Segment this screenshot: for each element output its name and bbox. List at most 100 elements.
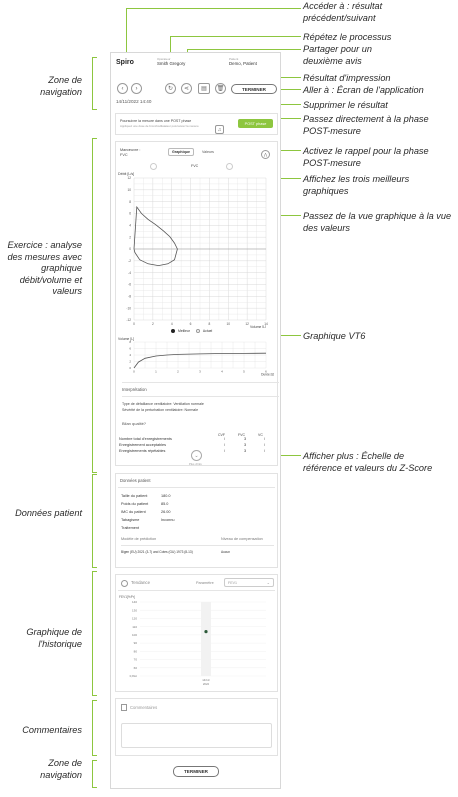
trend-chart: FEV1[%Pr]140130120110100908070600,8Lit14… — [119, 595, 266, 686]
chevron-down-icon: ⌄ — [266, 580, 270, 585]
bracket-nav-bottom — [92, 760, 97, 788]
finish-button-top[interactable]: TERMINER — [231, 84, 277, 94]
interpretation-line-1: Type de défaillance ventilatoire: Ventil… — [122, 402, 204, 406]
x-tick-label: 2 — [152, 322, 154, 326]
trend-x-label: 2022 — [203, 682, 210, 686]
connector-line — [278, 89, 301, 90]
x-tick-label: 2 — [177, 370, 179, 374]
tab-values[interactable]: Valeurs — [196, 148, 220, 156]
quality-row-vc: / — [264, 437, 266, 441]
x-tick-label: 8 — [209, 322, 211, 326]
prediction-headers: Modèle de prédiction Niveau de compensat… — [121, 537, 276, 541]
divider — [121, 545, 274, 546]
patient-row-bmi: IMC du patient 26.00 — [121, 510, 276, 514]
compensation-value: Aucun — [221, 550, 231, 554]
callout-share: Partager pour un deuxième avis — [303, 44, 372, 66]
patient-name: Demo, Patient — [229, 61, 257, 66]
trend-title: Tendance — [131, 580, 151, 585]
x-tick-label: 1 — [155, 370, 157, 374]
quality-row: Nombre total d'enregistrements / 3 / — [119, 437, 274, 441]
trend-y-tick: 100 — [132, 633, 137, 637]
y-tick-label: 6 — [129, 212, 131, 216]
trend-y-label: FEV1[%Pr] — [119, 595, 135, 599]
y-tick-label: 4 — [129, 353, 131, 357]
finish-button-bottom[interactable]: TERMINER — [173, 766, 219, 777]
callout-view-toggle: Passez de la vue graphique à la vue des … — [303, 211, 452, 233]
comments-title: Commentaires — [130, 705, 158, 710]
repeat-button[interactable]: ↻ — [165, 83, 176, 94]
x-tick-label: 0 — [133, 322, 135, 326]
callout-show-more: Afficher plus : Échelle de référence et … — [303, 451, 433, 473]
connector-line — [126, 8, 127, 58]
y-tick-label: -2 — [128, 259, 131, 263]
post-phase-banner: Poursuivre la mesure dans une POST phase… — [115, 113, 278, 135]
show-more-button[interactable]: ⌄ — [191, 450, 202, 461]
bell-icon: ♫ — [217, 126, 222, 133]
trend-y-tick: 90 — [134, 641, 138, 645]
param-label: Paramètre — [196, 581, 214, 585]
quality-row-label: Nombre total d'enregistrements — [119, 437, 172, 441]
patient-row-height: Taille du patient 180.0 — [121, 494, 276, 498]
tab-graph[interactable]: Graphique — [168, 148, 194, 156]
legend-best-label: Meilleur — [178, 329, 190, 333]
series-line-best — [133, 205, 178, 267]
x-axis-label: Durée [s] — [261, 373, 274, 377]
callout-left-patient: Données patient — [15, 508, 82, 518]
x-tick-label: 4 — [171, 322, 173, 326]
chart-legend: Meilleur Actuel — [171, 329, 212, 333]
quality-row: Enregistrement acceptables / 3 / — [119, 443, 274, 447]
callout-vt6: Graphique VT6 — [303, 331, 366, 341]
param-select-value: FEV1 — [228, 580, 237, 585]
y-tick-label: 2 — [129, 360, 131, 364]
legend-best-marker — [171, 329, 175, 333]
interpretation-line-2: Sévérité de la perturbation ventilatoire… — [122, 408, 199, 412]
quality-row-fvc: 3 — [244, 437, 247, 441]
vt6-chart: Volume [L]864200 1 2 3 4 5 6Durée [s] — [118, 337, 274, 377]
bracket-history — [92, 571, 97, 696]
comments-card: Commentaires — [115, 698, 278, 756]
quality-row-fvc: 3 — [244, 449, 247, 453]
refresh-icon: ↻ — [167, 86, 174, 92]
callout-prev-next: Accéder à : résultat précédent/suivant — [303, 1, 383, 23]
callout-top3: Affichez les trois meilleurs graphiques — [303, 174, 410, 196]
post-banner-subtext: Appliquez une dose de bronchodilatateur … — [120, 124, 199, 128]
quality-row-label: Enregistrement acceptables — [119, 443, 167, 447]
post-phase-button[interactable]: POST phase — [238, 119, 273, 128]
next-result-button[interactable]: › — [131, 83, 142, 94]
previous-result-button[interactable]: ‹ — [117, 83, 128, 94]
x-tick-label: 10 — [227, 322, 231, 326]
prev-curve-icon[interactable] — [150, 163, 157, 170]
trend-y-tick: 0,8Lit — [130, 674, 138, 678]
x-tick-label: 3 — [199, 370, 201, 374]
post-reminder-button[interactable]: ♫ — [215, 125, 224, 134]
trend-point — [204, 630, 208, 634]
y-tick-label: 8 — [129, 200, 131, 204]
compensation-label: Niveau de compensation — [221, 537, 263, 541]
print-button[interactable]: ▤ — [198, 83, 210, 94]
maneuver-label: Manœuvre : — [120, 148, 141, 152]
param-select[interactable]: FEV1 ⌄ — [224, 578, 274, 587]
patient-row-value: Inconnu — [161, 518, 175, 522]
y-tick-label: -6 — [128, 283, 131, 287]
callout-left-exercise: Exercice : analyse des mesures avec grap… — [7, 240, 82, 296]
chevron-left-icon: ‹ — [121, 85, 124, 92]
x-tick-label: 4 — [221, 370, 223, 374]
x-tick-label: 5 — [243, 370, 245, 374]
next-curve-icon[interactable] — [226, 163, 233, 170]
x-tick-label: 6 — [190, 322, 192, 326]
connector-line — [126, 8, 301, 9]
trend-date-column — [201, 602, 211, 676]
delete-button[interactable]: 🗑 — [215, 83, 226, 94]
bracket-comments — [92, 700, 97, 756]
comments-textarea[interactable] — [121, 723, 272, 748]
app-logo: Spiro — [116, 59, 134, 66]
y-tick-label: 4 — [129, 224, 131, 228]
callout-delete: Supprimer le résultat — [303, 100, 388, 110]
bracket-exercise — [92, 138, 97, 473]
prediction-values: Bigen (EU) 2021 (3-7) and Cotes (GU) 197… — [121, 550, 276, 554]
callout-reminder: Activez le rappel pour la phase POST-mes… — [303, 146, 429, 168]
top3-graphs-button[interactable]: ⋀ — [261, 150, 270, 159]
share-button[interactable]: ⋖ — [181, 83, 192, 94]
app-screen: Spiro Opérateur Smith Gregory Patient De… — [110, 52, 281, 789]
callout-post: Passez directement à la phase POST-mesur… — [303, 114, 429, 136]
